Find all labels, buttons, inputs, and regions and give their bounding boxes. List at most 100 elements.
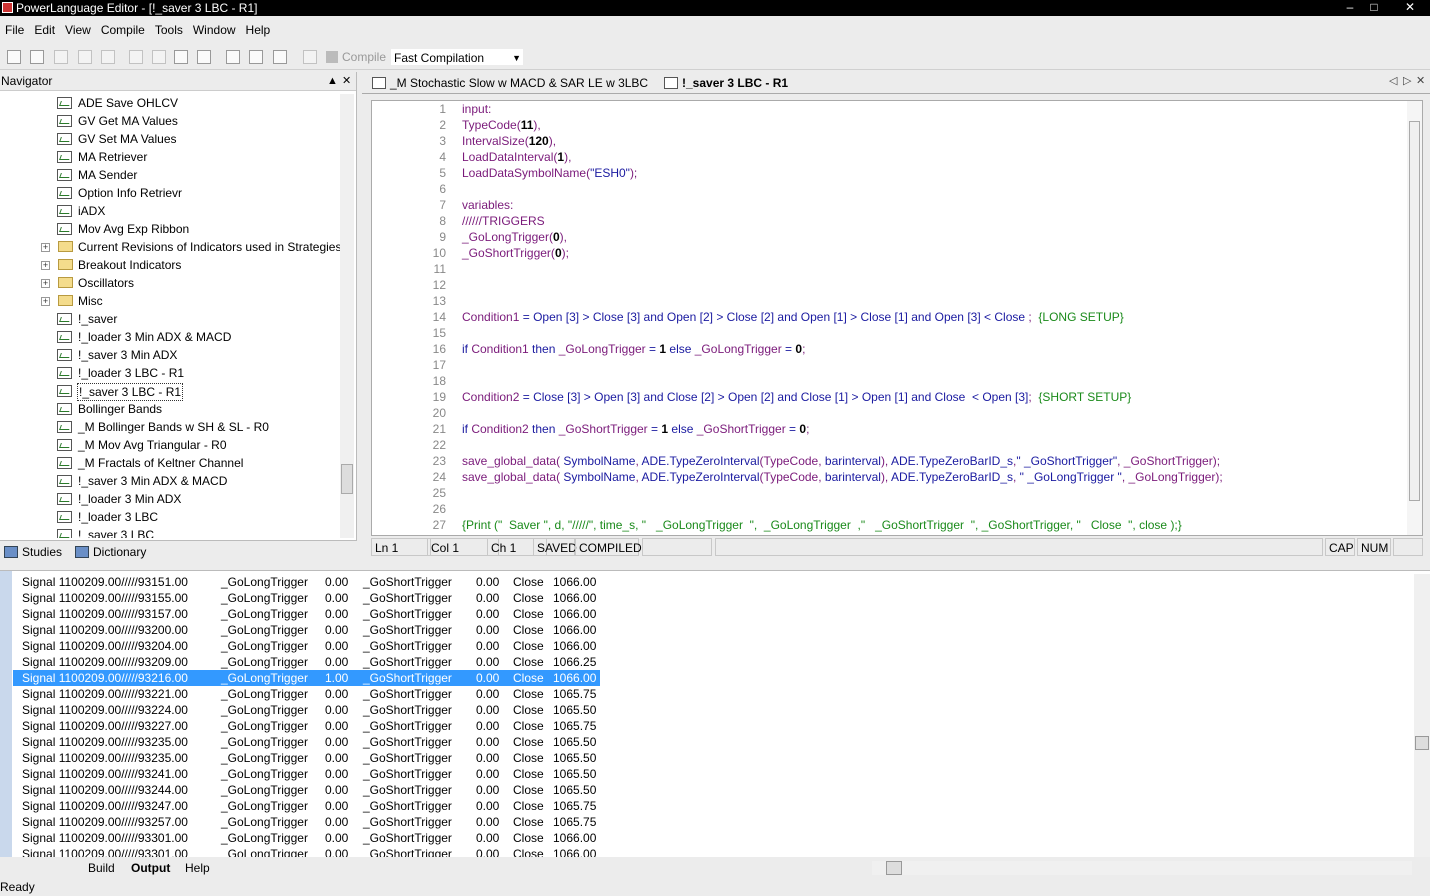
tree-item[interactable]: !_loader 3 Min ADX & MACD [0,328,340,346]
tree-item[interactable]: !_saver 3 Min ADX & MACD [0,472,340,490]
tree-item[interactable]: Bollinger Bands [0,400,340,418]
code-line[interactable]: //////TRIGGERS [462,213,1412,229]
code-line[interactable] [462,485,1412,501]
output-row[interactable]: Signal 1100209.00/////93157.00 _GoLongTri… [13,606,1403,622]
output-row[interactable]: Signal 1100209.00/////93209.00 _GoLongTri… [13,654,1403,670]
tree-item[interactable]: + Oscillators [0,274,340,292]
code-line[interactable]: save_global_data( SymbolName, ADE.TypeZe… [462,453,1412,469]
split-v-icon[interactable] [273,50,287,64]
expand-icon[interactable]: + [41,243,50,252]
code-line[interactable]: TypeCode(11), [462,117,1412,133]
tab-help[interactable]: Help [185,860,210,876]
code-line[interactable]: _GoShortTrigger(0); [462,245,1412,261]
tree-item[interactable]: MA Retriever [0,148,340,166]
scrollbar-thumb[interactable] [1415,736,1429,750]
new-icon[interactable] [7,50,21,64]
layout-icon[interactable] [226,50,240,64]
code-line[interactable]: save_global_data( SymbolName, ADE.TypeZe… [462,469,1412,485]
maximize-button[interactable]: □ [1362,0,1386,14]
output-list[interactable]: Signal 1100209.00/////93151.00 _GoLongTri… [13,574,1403,857]
output-row[interactable]: Signal 1100209.00/////93227.00 _GoLongTri… [13,718,1403,734]
output-row[interactable]: Signal 1100209.00/////93221.00 _GoLongTri… [13,686,1403,702]
close-icon[interactable]: ✕ [342,72,351,91]
tab-dictionary[interactable]: Dictionary [75,544,146,560]
output-row[interactable]: Signal 1100209.00/////93204.00 _GoLongTri… [13,638,1403,654]
menu-tools[interactable]: Tools [150,16,188,44]
navigator-scrollbar[interactable] [340,94,354,538]
tree-item[interactable]: Mov Avg Exp Ribbon [0,220,340,238]
tree-item[interactable]: _M Fractals of Keltner Channel [0,454,340,472]
output-row[interactable]: Signal 1100209.00/////93301.00 _GoLongTri… [13,830,1403,846]
output-row[interactable]: Signal 1100209.00/////93224.00 _GoLongTri… [13,702,1403,718]
tree-item[interactable]: GV Get MA Values [0,112,340,130]
find-icon[interactable] [174,50,188,64]
menu-compile[interactable]: Compile [96,16,150,44]
split-h-icon[interactable] [249,50,263,64]
code-line[interactable] [462,293,1412,309]
tree-item[interactable]: !_saver 3 LBC [0,526,340,538]
redo-icon[interactable] [152,50,166,64]
tree-item[interactable]: + Breakout Indicators [0,256,340,274]
tree-item[interactable]: !_saver 3 Min ADX [0,346,340,364]
tab-build[interactable]: Build [88,860,115,876]
output-row[interactable]: Signal 1100209.00/////93301.00 _GoLongTri… [13,846,1403,857]
output-row[interactable]: Signal 1100209.00/////93247.00 _GoLongTri… [13,798,1403,814]
output-row[interactable]: Signal 1100209.00/////93151.00 _GoLongTri… [13,574,1403,590]
code-line[interactable]: LoadDataInterval(1), [462,149,1412,165]
tree-item[interactable]: !_saver 3 LBC - R1 [0,382,340,401]
code-line[interactable] [462,181,1412,197]
properties-icon[interactable] [303,50,317,64]
menu-file[interactable]: File [0,16,29,44]
tree-item[interactable]: !_saver [0,310,340,328]
menu-window[interactable]: Window [188,16,241,44]
output-row[interactable]: Signal 1100209.00/////93241.00 _GoLongTri… [13,766,1403,782]
tree-item[interactable]: + Misc [0,292,340,310]
output-row[interactable]: Signal 1100209.00/////93200.00 _GoLongTri… [13,622,1403,638]
tree-item[interactable]: MA Sender [0,166,340,184]
menu-help[interactable]: Help [241,16,276,44]
pin-icon[interactable]: ▲ [327,72,338,91]
tree-item[interactable]: _M Mov Avg Triangular - R0 [0,436,340,454]
undo-icon[interactable] [129,50,143,64]
tree-item[interactable]: ADE Save OHLCV [0,94,340,112]
save-all-icon[interactable] [78,50,92,64]
export-icon[interactable] [101,50,115,64]
next-tab-icon[interactable]: ▷ [1403,74,1411,87]
close-button[interactable]: ✕ [1398,0,1422,14]
expand-icon[interactable]: + [41,279,50,288]
code-line[interactable] [462,405,1412,421]
tree-item[interactable]: !_loader 3 LBC - R1 [0,364,340,382]
code-line[interactable]: if Condition2 then _GoShortTrigger = 1 e… [462,421,1412,437]
code-text[interactable]: input: TypeCode(11), IntervalSize(120), Loa… [462,101,1412,535]
tree-item[interactable]: !_loader 3 LBC [0,508,340,526]
output-row[interactable]: Signal 1100209.00/////93257.00 _GoLongTri… [13,814,1403,830]
code-line[interactable]: input: [462,101,1412,117]
code-line[interactable]: if Condition1 then _GoLongTrigger = 1 el… [462,341,1412,357]
tree-item[interactable]: + Current Revisions of Indicators used in… [0,238,340,256]
output-row[interactable]: Signal 1100209.00/////93235.00 _GoLongTri… [13,734,1403,750]
output-scrollbar[interactable] [1414,574,1430,857]
code-line[interactable] [462,277,1412,293]
close-doc-icon[interactable]: ✕ [1416,74,1425,87]
tree-item[interactable]: !_loader 3 Min ADX [0,490,340,508]
code-line[interactable]: LoadDataSymbolName("ESH0"); [462,165,1412,181]
open-icon[interactable] [30,50,44,64]
menu-edit[interactable]: Edit [29,16,60,44]
tree-item[interactable]: GV Set MA Values [0,130,340,148]
output-row[interactable]: Signal 1100209.00/////93244.00 _GoLongTri… [13,782,1403,798]
tree-item[interactable]: iADX [0,202,340,220]
find-next-icon[interactable] [197,50,211,64]
output-row[interactable]: Signal 1100209.00/////93235.00 _GoLongTri… [13,750,1403,766]
expand-icon[interactable]: + [41,297,50,306]
code-editor[interactable]: 1 2 3 4 5 6 7 8 9 10 11 12 13 14 15 16 17 18 19 20 21 22 23 24 2… [371,100,1423,536]
tab-stochastic-doc[interactable]: _M Stochastic Slow w MACD & SAR LE w 3LB… [370,75,648,91]
output-hscrollbar[interactable] [872,861,1412,875]
menu-view[interactable]: View [60,16,96,44]
minimize-button[interactable]: – [1338,0,1362,14]
code-line[interactable] [462,437,1412,453]
output-row[interactable]: Signal 1100209.00/////93155.00 _GoLongTri… [13,590,1403,606]
tab-studies[interactable]: Studies [4,544,62,560]
code-line[interactable]: variables: [462,197,1412,213]
scrollbar-thumb[interactable] [886,861,902,875]
tab-saver-doc[interactable]: !_saver 3 LBC - R1 [662,75,788,91]
